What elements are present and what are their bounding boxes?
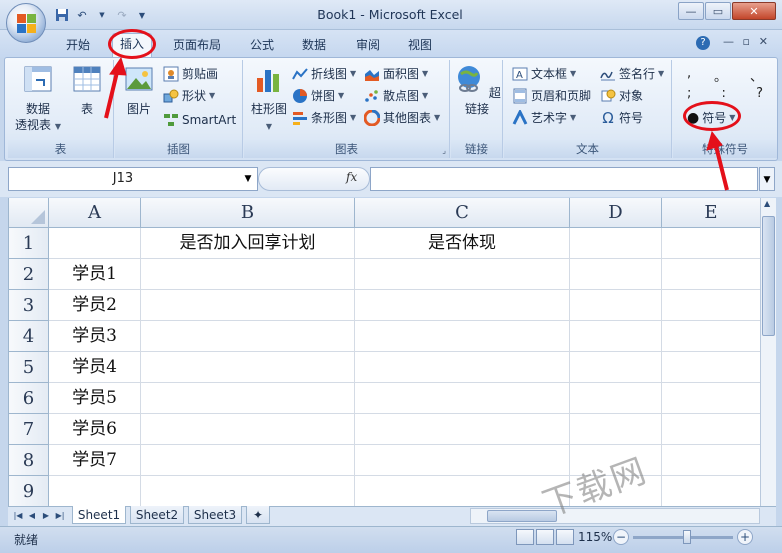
annotation-arrowhead-symbol xyxy=(706,130,723,151)
annotation-arrowhead-insert xyxy=(109,56,127,76)
annotation-arrow-symbol xyxy=(713,141,729,191)
office-button[interactable] xyxy=(6,3,46,43)
annotation-arrow-insert xyxy=(104,67,120,119)
office-logo-icon xyxy=(17,14,36,33)
annotation-arrows xyxy=(104,56,729,191)
